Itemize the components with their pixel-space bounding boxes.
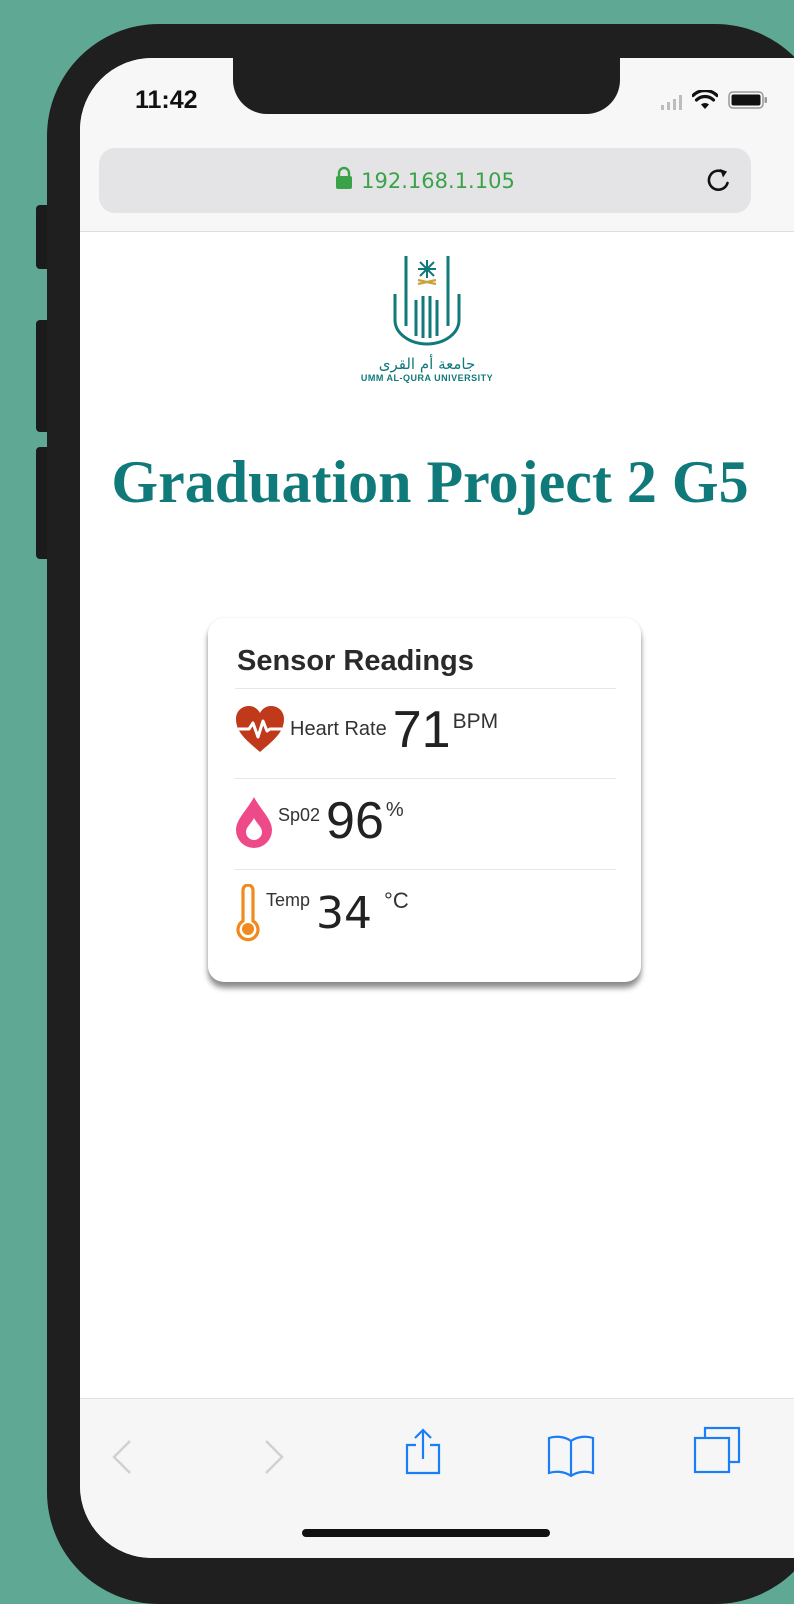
wifi-icon [692,90,718,110]
address-bar[interactable]: 192.168.1.105 [99,148,751,213]
reading-label: Temp [266,890,311,910]
phone-screen: 11:42 192.168.1.105 جامعة أم القرى UMM A… [80,58,794,1558]
bookmarks-icon[interactable] [546,1433,596,1482]
reading-unit: % [385,799,404,821]
back-icon[interactable] [110,1437,134,1482]
university-logo: جامعة أم القرى UMM AL-QURA UNIVERSITY [342,252,512,383]
logo-english-text: UMM AL-QURA UNIVERSITY [360,373,494,383]
status-icons [661,90,768,110]
divider [235,778,616,779]
reload-icon[interactable] [703,164,735,196]
reading-label: Sp02 [278,805,321,825]
divider [235,688,616,689]
share-icon[interactable] [403,1427,443,1482]
reading-label: Heart Rate [290,718,387,740]
blood-drop-icon [234,795,274,854]
reading-value: 71 [392,701,451,759]
reading-value: 34 [316,888,373,939]
reading-temperature: Temp 34 °C [234,883,409,947]
logo-arabic-text: جامعة أم القرى [378,355,476,373]
reading-unit: °C [384,888,409,913]
browser-header: 11:42 192.168.1.105 [80,58,794,232]
browser-toolbar [80,1398,794,1558]
signal-icon [661,94,682,110]
url-text: 192.168.1.105 [361,168,515,193]
university-emblem-icon [393,256,461,346]
battery-icon [728,90,768,110]
card-title: Sensor Readings [237,645,474,677]
reading-heart-rate: Heart Rate 71 BPM [234,704,498,759]
forward-icon[interactable] [262,1437,286,1482]
lock-icon [335,166,353,195]
thermometer-icon [234,883,262,947]
heart-rate-icon [234,704,286,759]
divider [235,869,616,870]
sensor-card: Sensor Readings Heart Rate 71 BPM Sp02 9… [208,618,641,982]
reading-value: 96 [326,792,384,850]
notch [233,58,620,114]
web-page: جامعة أم القرى UMM AL-QURA UNIVERSITY Gr… [80,232,794,1398]
reading-spo2: Sp02 96 % [234,795,404,854]
status-time: 11:42 [135,86,198,114]
reading-unit: BPM [452,710,499,733]
tabs-icon[interactable] [692,1425,742,1480]
home-indicator [302,1529,550,1537]
page-title: Graduation Project 2 G5 [111,449,749,515]
